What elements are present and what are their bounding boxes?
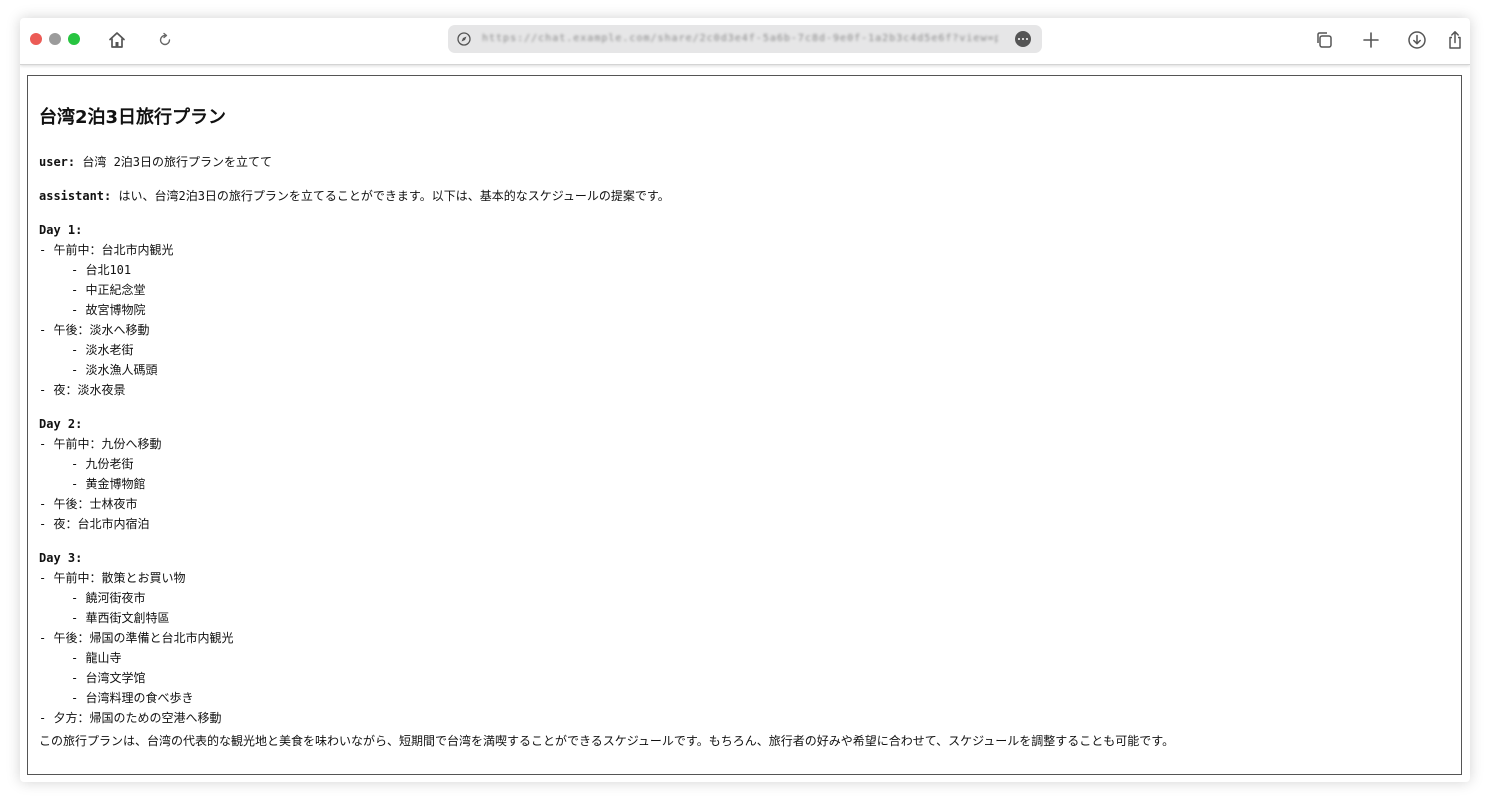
home-button[interactable] (104, 27, 130, 53)
itinerary-item: - 午後：帰国の準備と台北市内観光 (39, 631, 234, 645)
browser-window: https://chat.example.com/share/2c0d3e4f-… (20, 18, 1470, 782)
user-message-text: 台湾 2泊3日の旅行プランを立てて (82, 155, 273, 169)
close-window-button[interactable] (30, 33, 42, 45)
maximize-window-button[interactable] (68, 33, 80, 45)
itinerary-subitem: - 台湾料理の食べ歩き (71, 691, 194, 705)
itinerary-subitem: - 黄金博物館 (71, 477, 146, 491)
address-bar[interactable]: https://chat.example.com/share/2c0d3e4f-… (448, 25, 1042, 53)
itinerary-subitem: - 龍山寺 (71, 651, 122, 665)
downloads-button[interactable] (1404, 27, 1430, 53)
day-label: Day 1: (39, 223, 83, 237)
closing-paragraph: この旅行プランは、台湾の代表的な観光地と美食を味わいながら、短期間で台湾を満喫す… (39, 734, 1175, 748)
itinerary-subitem: - 饒河街夜市 (71, 591, 146, 605)
itinerary-subitem: - 台北101 (71, 263, 132, 277)
itinerary-item: - 夜：淡水夜景 (39, 383, 126, 397)
new-tab-icon (1363, 32, 1379, 48)
itinerary: Day 1: - 午前中：台北市内観光 - 台北101 - 中正紀念堂 - 故宮博物院 -… (39, 220, 233, 728)
itinerary-subitem: - 故宮博物院 (71, 303, 146, 317)
user-message: user: 台湾 2泊3日の旅行プランを立てて (39, 152, 272, 172)
download-icon (1408, 31, 1426, 49)
share-icon (1449, 31, 1461, 49)
share-button[interactable] (1442, 27, 1468, 53)
page-content: 台湾2泊3日旅行プラン user: 台湾 2泊3日の旅行プランを立てて assi… (27, 75, 1462, 775)
assistant-role-label: assistant: (39, 189, 112, 203)
itinerary-item: - 午前中：九份へ移動 (39, 437, 162, 451)
assistant-message: assistant: はい、台湾2泊3日の旅行プランを立てることができます。以下… (39, 186, 670, 206)
itinerary-subitem: - 淡水老街 (71, 343, 134, 357)
reload-icon (159, 32, 171, 46)
url-text[interactable]: https://chat.example.com/share/2c0d3e4f-… (482, 32, 998, 46)
itinerary-item: - 午後：士林夜市 (39, 497, 138, 511)
reload-button[interactable] (152, 27, 178, 53)
itinerary-item: - 午前中：散策とお買い物 (39, 571, 186, 585)
day-label: Day 3: (39, 551, 83, 565)
itinerary-item: - 午前中：台北市内観光 (39, 243, 174, 257)
site-info-icon[interactable] (456, 31, 472, 47)
assistant-intro-text: はい、台湾2泊3日の旅行プランを立てることができます。以下は、基本的なスケジュー… (118, 189, 670, 203)
itinerary-subitem: - 華西街文創特區 (71, 611, 170, 625)
itinerary-item: - 午後：淡水へ移動 (39, 323, 150, 337)
itinerary-item: - 夜：台北市内宿泊 (39, 517, 150, 531)
tabs-icon (1317, 32, 1332, 48)
home-icon (109, 32, 125, 48)
day-label: Day 2: (39, 417, 83, 431)
user-role-label: user: (39, 155, 76, 169)
tabs-overview-button[interactable] (1311, 27, 1337, 53)
more-icon[interactable] (1015, 31, 1031, 47)
itinerary-subitem: - 中正紀念堂 (71, 283, 146, 297)
browser-toolbar: https://chat.example.com/share/2c0d3e4f-… (20, 18, 1470, 65)
minimize-window-button[interactable] (49, 33, 61, 45)
itinerary-item: - 夕方：帰国のための空港へ移動 (39, 711, 222, 725)
itinerary-subitem: - 九份老街 (71, 457, 134, 471)
itinerary-subitem: - 台湾文学馆 (71, 671, 146, 685)
itinerary-subitem: - 淡水漁人碼頭 (71, 363, 158, 377)
new-tab-button[interactable] (1358, 27, 1384, 53)
page-title: 台湾2泊3日旅行プラン (39, 107, 227, 128)
